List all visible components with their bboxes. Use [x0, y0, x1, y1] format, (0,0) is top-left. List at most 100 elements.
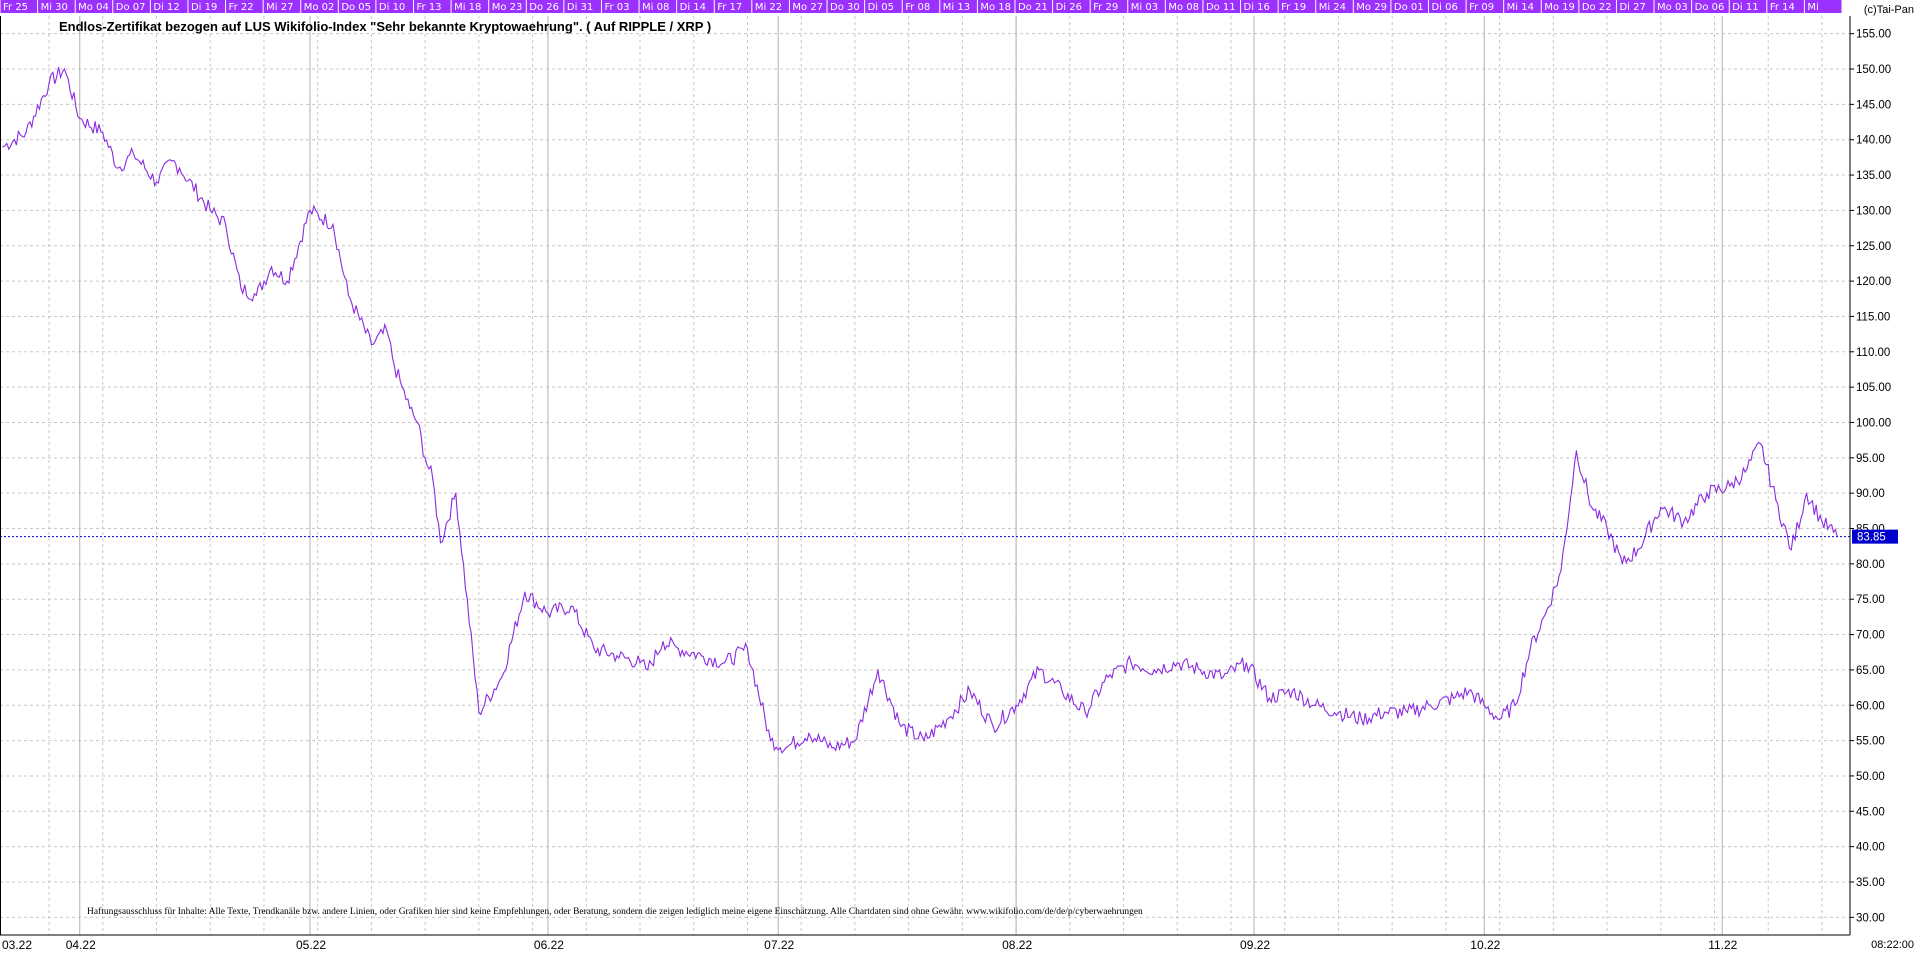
data-point	[1660, 506, 1662, 508]
data-point	[1314, 704, 1317, 706]
data-point	[1130, 662, 1132, 664]
data-point	[1744, 471, 1746, 473]
data-point	[117, 167, 119, 169]
day-tab-label: Mo 19	[1544, 2, 1575, 13]
day-tab-label: Mo 02	[304, 2, 335, 13]
day-tab-label: Do 07	[116, 2, 146, 13]
data-point	[332, 223, 334, 226]
day-tab-label: Di 31	[567, 2, 593, 13]
data-point	[393, 365, 396, 367]
data-point	[439, 542, 442, 544]
day-tab-label: Fr 29	[1093, 2, 1118, 13]
day-tab-label: Mi 30	[41, 2, 68, 13]
day-tab-label: Fr 17	[717, 2, 742, 13]
month-label: 08.22	[1002, 938, 1032, 952]
day-tab-label: Mi 24	[1319, 2, 1346, 13]
day-tab-label: Di 26	[1056, 2, 1082, 13]
day-tab-label: Fr 08	[905, 2, 930, 13]
data-point	[224, 223, 227, 226]
day-tab-label: Mo 08	[1168, 2, 1199, 13]
data-point	[946, 718, 948, 720]
day-tab-label: Do 06	[1695, 2, 1725, 13]
data-point	[409, 407, 411, 409]
data-point	[769, 739, 772, 742]
day-tab-label: Fr 22	[229, 2, 254, 13]
data-point	[424, 457, 426, 459]
data-point	[1452, 697, 1455, 699]
data-point	[25, 132, 27, 134]
data-point	[877, 669, 879, 671]
data-point	[785, 747, 787, 749]
day-tab-label: Di 06	[1431, 2, 1457, 13]
day-tab-label: Di 11	[1732, 2, 1758, 13]
data-point	[102, 132, 104, 134]
data-point	[1483, 704, 1485, 706]
day-tab-label: Fr 09	[1469, 2, 1494, 13]
day-tab-label: Di 05	[868, 2, 894, 13]
data-point	[700, 655, 703, 657]
data-point	[171, 160, 173, 162]
day-tab-label: Mi 14	[1507, 2, 1534, 13]
data-point	[48, 82, 50, 84]
data-point	[209, 209, 211, 212]
data-point	[63, 68, 65, 70]
day-tab-label: Fr 14	[1770, 2, 1795, 13]
day-tab-label: Do 21	[1018, 2, 1048, 13]
data-point	[347, 294, 349, 296]
data-point	[1759, 443, 1762, 445]
chart-svg: Fr 25 Mi 30 Mo 04 Do 07 Di 12 Di 19 Fr 22 Mi 27…	[0, 0, 1916, 952]
data-point	[639, 662, 641, 664]
y-tick-label: 40.00	[1856, 842, 1885, 854]
data-point	[455, 492, 457, 494]
y-tick-label: 60.00	[1856, 700, 1885, 712]
data-point	[1790, 549, 1792, 551]
data-point	[1360, 718, 1363, 720]
data-point	[616, 655, 618, 657]
data-point	[132, 153, 135, 155]
data-point	[923, 739, 925, 742]
data-point	[900, 725, 902, 728]
data-point	[1429, 704, 1432, 706]
data-point	[178, 167, 181, 169]
y-tick-label: 50.00	[1856, 771, 1885, 783]
data-point	[677, 648, 680, 650]
month-label: 03.22	[2, 938, 32, 952]
day-tab-label: Fr 03	[604, 2, 629, 13]
data-point	[370, 344, 372, 346]
data-point	[854, 739, 856, 742]
data-point	[1806, 492, 1808, 494]
y-tick-label: 125.00	[1856, 241, 1891, 253]
data-point	[662, 641, 664, 643]
day-tab-label: Mo 27	[792, 2, 823, 13]
day-tab-label: Di 19	[191, 2, 217, 13]
day-tab-label: Di 10	[379, 2, 405, 13]
data-point	[1245, 662, 1247, 664]
y-tick-label: 100.00	[1856, 417, 1891, 429]
disclaimer-text: Haftungsausschluss für Inhalte: Alle Tex…	[87, 906, 1143, 917]
day-tab-label: Di 14	[680, 2, 706, 13]
day-tab-label: Mi 22	[755, 2, 782, 13]
month-label: 11.22	[1708, 938, 1737, 952]
data-point	[1383, 711, 1386, 713]
data-point	[1015, 704, 1017, 706]
data-point	[416, 421, 419, 424]
day-tab-label: Mo 18	[980, 2, 1011, 13]
data-point	[432, 478, 434, 480]
y-tick-label: 150.00	[1856, 64, 1891, 76]
data-point	[240, 287, 242, 289]
data-point	[1775, 499, 1777, 501]
data-point	[1706, 492, 1708, 494]
y-tick-label: 95.00	[1856, 453, 1885, 465]
data-point	[1683, 520, 1685, 523]
day-tab-label: Mo 29	[1356, 2, 1387, 13]
data-point	[1107, 676, 1109, 678]
y-tick-label: 140.00	[1856, 135, 1891, 147]
day-tab-label: Mi 18	[454, 2, 481, 13]
data-point	[570, 605, 572, 607]
data-point	[478, 711, 480, 713]
data-point	[593, 648, 595, 650]
y-tick-label: 55.00	[1856, 736, 1885, 748]
data-point	[155, 181, 158, 183]
day-tab-label: Do 01	[1394, 2, 1424, 13]
data-point	[1061, 690, 1063, 692]
